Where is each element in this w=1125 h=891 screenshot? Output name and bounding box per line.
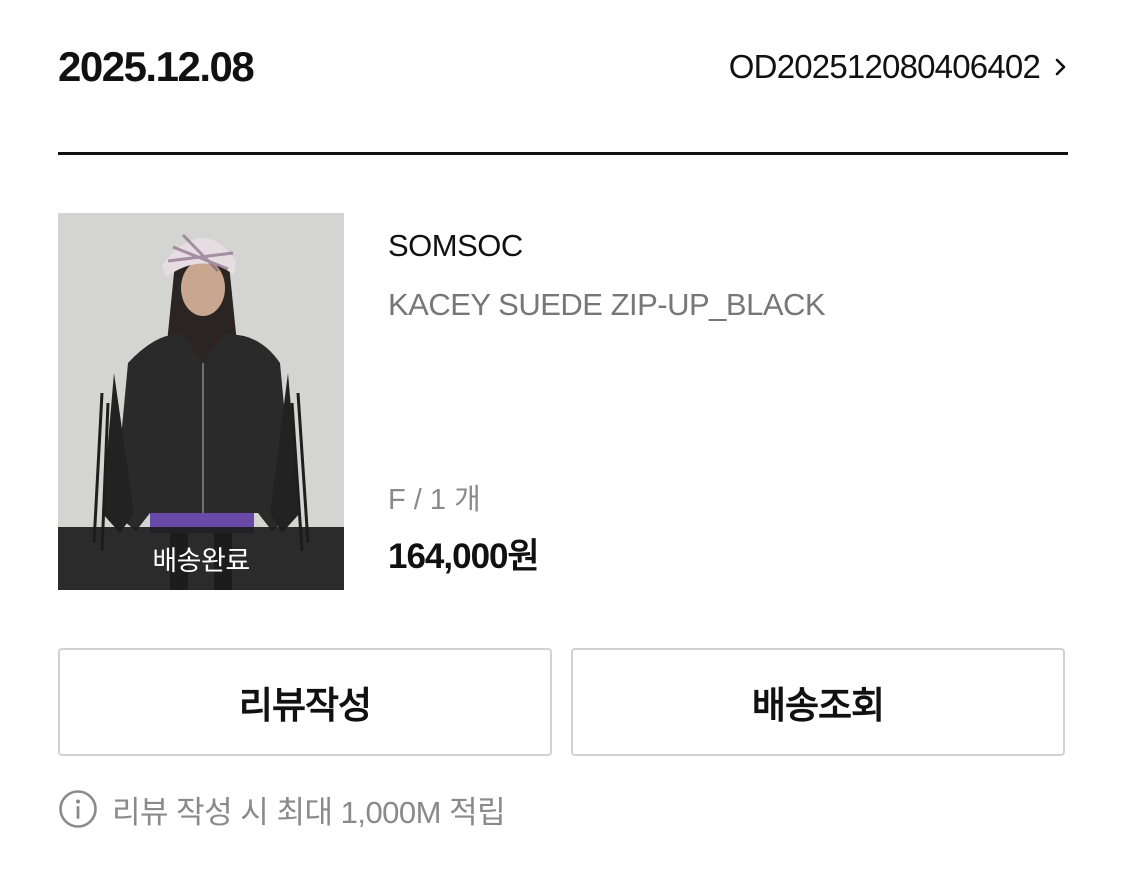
header-divider: [58, 152, 1068, 155]
order-number: OD202512080406402: [728, 48, 1041, 85]
track-delivery-button[interactable]: 배송조회: [571, 648, 1065, 756]
review-reward-notice: 리뷰 작성 시 최대 1,000M 적립: [58, 786, 506, 832]
brand-name[interactable]: SOMSOC: [388, 228, 523, 264]
write-review-button[interactable]: 리뷰작성: [58, 648, 552, 756]
info-icon: [59, 790, 97, 828]
order-card: 2025.12.08 OD202512080406402 배송완료 SOMSOC…: [0, 0, 1125, 891]
chevron-right-icon: [1055, 58, 1066, 76]
order-detail-link[interactable]: OD202512080406402: [729, 48, 1068, 86]
product-option: F / 1 개: [388, 484, 481, 516]
order-date: 2025.12.08: [58, 43, 255, 90]
product-price: 164,000원: [388, 537, 540, 576]
product-name[interactable]: KACEY SUEDE ZIP-UP_BLACK: [388, 287, 826, 323]
delivery-status-badge: 배송완료: [58, 527, 344, 590]
product-thumbnail[interactable]: 배송완료: [58, 213, 344, 590]
order-header: 2025.12.08 OD202512080406402: [58, 40, 1068, 94]
notice-text: 리뷰 작성 시 최대 1,000M 적립: [112, 794, 506, 830]
product-info: SOMSOC KACEY SUEDE ZIP-UP_BLACK F / 1 개 …: [388, 213, 1068, 590]
